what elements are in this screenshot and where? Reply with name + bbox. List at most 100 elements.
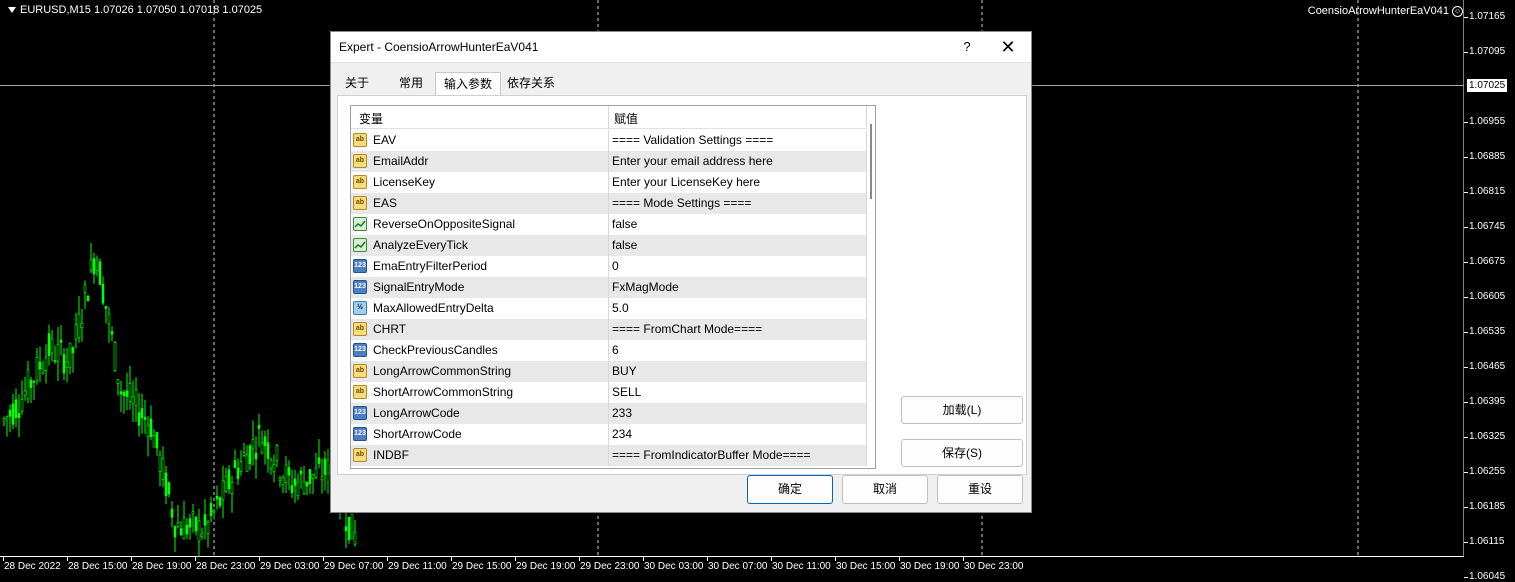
tab-common[interactable]: 常用 [387, 72, 435, 94]
cell-divider [608, 382, 609, 403]
variable-value[interactable]: false [612, 238, 637, 252]
variable-value[interactable]: ==== FromChart Mode==== [612, 322, 762, 336]
string-type-icon: ab [353, 385, 367, 399]
candle-body [170, 508, 174, 518]
table-row[interactable]: AnalyzeEveryTick false [351, 235, 867, 256]
price-tick [1464, 262, 1468, 263]
table-row[interactable]: ab LicenseKey Enter your LicenseKey here [351, 172, 867, 193]
candle-body [347, 516, 351, 541]
table-row[interactable]: 123 EmaEntryFilterPeriod 0 [351, 256, 867, 277]
table-row[interactable]: ab EAV ==== Validation Settings ==== [351, 130, 867, 151]
price-tick [1464, 367, 1468, 368]
variable-value[interactable]: FxMagMode [612, 280, 679, 294]
column-divider[interactable] [608, 106, 609, 128]
variable-value[interactable]: 5.0 [612, 301, 629, 315]
variable-value[interactable]: ==== FromIndicatorBuffer Mode==== [612, 448, 811, 462]
candle-body [95, 259, 99, 271]
candle-body [104, 305, 108, 309]
variable-value[interactable]: BUY [612, 364, 637, 378]
candle-body [269, 459, 273, 469]
inputs-grid[interactable]: 变量 赋值 ab EAV ==== Validation Settings ====… [350, 105, 876, 469]
time-scale[interactable]: 28 Dec 2022 28 Dec 15:00 28 Dec 19:00 28 De… [0, 557, 1464, 580]
candle-body [14, 399, 18, 419]
variable-value[interactable]: Enter your email address here [612, 154, 773, 168]
variable-value[interactable]: Enter your LicenseKey here [612, 175, 760, 189]
variable-value[interactable]: ==== Validation Settings ==== [612, 133, 773, 147]
table-row[interactable]: ½ MaxAllowedEntryDelta 5.0 [351, 298, 867, 319]
integer-type-icon: 123 [353, 343, 367, 357]
tab-inputs[interactable]: 输入参数 [435, 72, 501, 97]
candle-body [215, 495, 219, 500]
candle-body [98, 261, 102, 285]
string-type-icon: ab [353, 196, 367, 210]
table-row[interactable]: 123 ShortArrowCode 234 [351, 424, 867, 445]
save-button[interactable]: 保存(S) [901, 439, 1023, 467]
table-row[interactable]: 123 LongArrowCode 233 [351, 403, 867, 424]
candle-body [131, 396, 135, 404]
dialog-titlebar[interactable]: Expert - CoensioArrowHunterEaV041 ? ✕ [331, 32, 1031, 63]
candle-body [107, 313, 111, 325]
cancel-button[interactable]: 取消 [842, 475, 928, 504]
tab-dependencies[interactable]: 依存关系 [501, 72, 561, 94]
column-value[interactable]: 赋值 [614, 110, 638, 127]
table-row[interactable]: ab EAS ==== Mode Settings ==== [351, 193, 867, 214]
variable-value[interactable]: 234 [612, 427, 632, 441]
candle-body [77, 313, 81, 338]
boolean-type-icon [353, 238, 367, 252]
time-label: 28 Dec 23:00 [196, 561, 256, 572]
variable-value[interactable]: false [612, 217, 637, 231]
close-button[interactable]: ✕ [995, 36, 1021, 58]
variable-name: EAV [373, 133, 397, 147]
tab-about[interactable]: 关于 [337, 72, 377, 94]
table-row[interactable]: ab INDBF ==== FromIndicatorBuffer Mode==== [351, 445, 867, 466]
time-label: 30 Dec 03:00 [644, 561, 704, 572]
variable-value[interactable]: SELL [612, 385, 641, 399]
cell-divider [608, 340, 609, 361]
candle-body [296, 481, 300, 496]
table-row[interactable]: ab EmailAddr Enter your email address here [351, 151, 867, 172]
grid-scrollbar[interactable] [867, 106, 875, 468]
chart-menu-triangle-icon[interactable] [8, 7, 16, 13]
candle-body [257, 424, 261, 429]
price-scale[interactable]: 1.07025 1.07165 1.07095 1.06955 1.06885 1.06… [1464, 0, 1515, 582]
table-row[interactable]: ab ShortArrowCommonString SELL [351, 382, 867, 403]
scrollbar-thumb[interactable] [870, 124, 872, 199]
cell-divider [608, 319, 609, 340]
variable-value[interactable]: 233 [612, 406, 632, 420]
candle-body [44, 357, 48, 371]
candle-body [308, 469, 312, 484]
table-row[interactable]: ab LongArrowCommonString BUY [351, 361, 867, 382]
candle-body [242, 452, 246, 456]
candle-body [224, 476, 228, 492]
candle-body [227, 469, 231, 490]
variable-name: LicenseKey [373, 175, 436, 189]
price-tick [1464, 332, 1468, 333]
candle-body [137, 412, 141, 426]
candle-body [53, 360, 57, 362]
variable-value[interactable]: ==== Mode Settings ==== [612, 196, 751, 210]
load-button[interactable]: 加载(L) [901, 396, 1023, 424]
candle-body [134, 389, 138, 406]
help-button[interactable]: ? [955, 36, 979, 58]
table-row[interactable]: ab CHRT ==== FromChart Mode==== [351, 319, 867, 340]
table-row[interactable]: 123 SignalEntryMode FxMagMode [351, 277, 867, 298]
time-label: 28 Dec 15:00 [68, 561, 128, 572]
candle-body [290, 485, 294, 494]
ok-button[interactable]: 确定 [747, 475, 833, 504]
candle-body [68, 342, 72, 368]
expert-advisor-label[interactable]: CoensioArrowHunterEaV041 ☺ [1308, 5, 1463, 17]
price-label: 1.06745 [1469, 221, 1506, 232]
candle-body [71, 347, 75, 354]
table-row[interactable]: 123 CheckPreviousCandles 6 [351, 340, 867, 361]
candle-body [41, 369, 45, 374]
candle-body [176, 522, 180, 527]
variable-value[interactable]: 0 [612, 259, 619, 273]
candle-body [314, 467, 318, 478]
table-row[interactable]: ReverseOnOppositeSignal false [351, 214, 867, 235]
variable-value[interactable]: 6 [612, 343, 619, 357]
column-variable[interactable]: 变量 [359, 110, 383, 127]
dialog-title: Expert - CoensioArrowHunterEaV041 [339, 40, 539, 54]
variable-name: EmailAddr [373, 154, 429, 168]
integer-type-icon: 123 [353, 427, 367, 441]
reset-button[interactable]: 重设 [937, 475, 1023, 504]
